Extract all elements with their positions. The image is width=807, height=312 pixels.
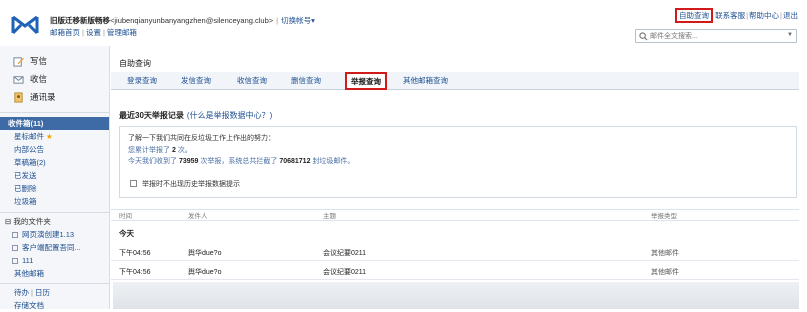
sidebar-item-deleted[interactable]: 已删除 [0,182,109,195]
report-stats-panel: 了解一下我们共同在反垃圾工作上作出的努力： 您累计举报了 2 次。 今天我们收到… [119,126,797,198]
sidebar-bottom-links: 待办 | 日历 [14,288,50,297]
sidebar-item-folder[interactable]: 111 [0,254,109,267]
records-title-text: 最近30天举报记录 [119,111,184,120]
starred-label: 星标邮件 [14,132,44,141]
mail-logo-icon[interactable] [10,14,40,36]
your-report-count: 2 [171,147,176,154]
folder-expand-icon[interactable] [12,232,18,239]
report-data-help-link[interactable]: (什么是举报数据中心？) [187,111,272,120]
row-sender: 舆华due?o [188,250,222,257]
calendar-link[interactable]: 日历 [35,288,50,297]
compose-label: 写信 [30,56,48,66]
tab-report-query[interactable]: 举报查询 [345,72,387,90]
pagination-bar [113,282,799,309]
table-row[interactable]: 下午04:56 舆华due?o 会议纪要0211 其他邮件 [111,242,799,261]
sidebar-divider [0,112,109,113]
stats-intro: 了解一下我们共同在反垃圾工作上作出的努力： [128,135,275,142]
sidebar-item-announcements[interactable]: 内部公告 [0,143,109,156]
help-center-link[interactable]: 帮助中心 [749,11,779,20]
search-box[interactable]: ▼ [635,29,797,43]
my-folders-toggle[interactable]: ⊟ 我的文件夹 [0,215,109,228]
contact-support-link[interactable]: 联系客服 [715,11,745,20]
mail-home-link[interactable]: 邮箱首页 [50,28,80,37]
column-header-subject[interactable]: 主题 [323,210,336,220]
row-report-type: 其他邮件 [651,269,679,276]
search-icon [639,32,648,41]
folder-expand-icon[interactable] [12,245,18,252]
contacts-button[interactable]: 通讯录 [0,88,109,106]
sidebar-item-folder[interactable]: 客户端配置吾同... [0,241,109,254]
header: 旧版迁移新版畅移<jiubenqianyunbanyangzhen@silenc… [0,0,807,46]
row-report-type: 其他邮件 [651,250,679,257]
receive-label: 收信 [30,74,48,84]
stats-today: 今天我们收到了 73959 次举报，系统总共拦截了 70681712 封垃圾邮件… [128,158,355,165]
settings-link[interactable]: 设置 [86,28,101,37]
row-sender: 舆华due?o [188,269,222,276]
main-content: 自助查询 登录查询 发信查询 收信查询 删信查询 举报查询 其他邮箱查询 最近3… [111,46,807,309]
logout-link[interactable]: 退出 [783,11,798,20]
sidebar-item-inbox[interactable]: 收件箱(11) [0,117,109,130]
today-report-count: 73959 [178,158,199,165]
search-input[interactable] [650,31,780,41]
sidebar-divider [0,212,109,213]
blocked-spam-count: 70681712 [279,158,311,165]
sidebar-item-sent[interactable]: 已发送 [0,169,109,182]
self-service-query-link[interactable]: 自助查询 [675,8,713,23]
stats-your-reports: 您累计举报了 2 次。 [128,147,192,154]
account-email: <jiubenqianyunbanyangzhen@silenceyang.cl… [110,16,274,25]
tab-bar: 登录查询 发信查询 收信查询 删信查询 举报查询 其他邮箱查询 [111,72,799,90]
contacts-label: 通讯录 [30,92,56,102]
todo-link[interactable]: 待办 [14,288,29,297]
top-links: 自助查询 联系客服|帮助中心|退出 [675,8,798,23]
column-header-time[interactable]: 时间 [119,210,132,220]
my-folders-label: 我的文件夹 [13,217,51,226]
sidebar-item-other-mailbox[interactable]: 其他邮箱 [0,267,109,280]
envelope-icon [13,75,24,84]
switch-account-link[interactable]: 切换帐号▾ [281,16,315,25]
hide-history-option[interactable]: 举报时不出现历史举报数据提示 [130,179,240,189]
address-book-icon [14,91,23,103]
tab-other-mailbox-query[interactable]: 其他邮箱查询 [403,75,448,86]
account-info: 旧版迁移新版畅移<jiubenqianyunbanyangzhen@silenc… [50,16,315,25]
receive-button[interactable]: 收信 [0,70,109,88]
admin-mailbox-link[interactable]: 管理邮箱 [107,28,137,37]
folder-label: 网页演创建1.13 [22,230,75,239]
pencil-icon [13,56,24,67]
hide-history-checkbox[interactable] [130,180,137,187]
sidebar-item-starred[interactable]: 星标邮件 ★ [0,130,109,143]
row-time: 下午04:56 [119,269,151,276]
account-name: 旧版迁移新版畅移 [50,16,110,25]
table-header: 时间 发件人 主题 举报类型 [111,209,799,221]
sidebar-divider [0,283,109,284]
folder-expand-icon[interactable] [12,258,18,265]
column-header-sender[interactable]: 发件人 [188,210,208,220]
row-time: 下午04:56 [119,250,151,257]
sidebar-item-drafts[interactable]: 草稿箱(2) [0,156,109,169]
row-subject[interactable]: 会议纪要0211 [323,248,366,258]
page-title: 自助查询 [119,59,151,68]
table-row[interactable]: 下午04:56 舆华due?o 会议纪要0211 其他邮件 [111,261,799,280]
group-label-today: 今天 [119,229,134,238]
sidebar-item-storage[interactable]: 存储文档 [0,299,109,312]
header-sublinks: 邮箱首页 | 设置 | 管理邮箱 [50,28,137,37]
sidebar: 写信 收信 通讯录 收件箱(11) 星标邮件 ★ 内部公告 草稿箱(2) 已发送 … [0,46,110,312]
star-icon: ★ [46,132,53,141]
records-title: 最近30天举报记录 (什么是举报数据中心？) [119,110,272,121]
column-header-report-type[interactable]: 举报类型 [651,210,677,220]
folder-label: 客户端配置吾同... [22,243,81,252]
search-dropdown-icon[interactable]: ▼ [787,32,793,38]
tab-login-query[interactable]: 登录查询 [127,75,157,86]
sidebar-item-folder[interactable]: 网页演创建1.13 [0,228,109,241]
tab-receive-query[interactable]: 收信查询 [237,75,267,86]
tab-delete-query[interactable]: 删信查询 [291,75,321,86]
hide-history-label: 举报时不出现历史举报数据提示 [142,181,240,188]
compose-button[interactable]: 写信 [0,52,109,70]
tab-send-query[interactable]: 发信查询 [181,75,211,86]
row-subject[interactable]: 会议纪要0211 [323,267,366,277]
sidebar-item-spam[interactable]: 垃圾箱 [0,195,109,208]
folder-label: 111 [22,256,34,265]
